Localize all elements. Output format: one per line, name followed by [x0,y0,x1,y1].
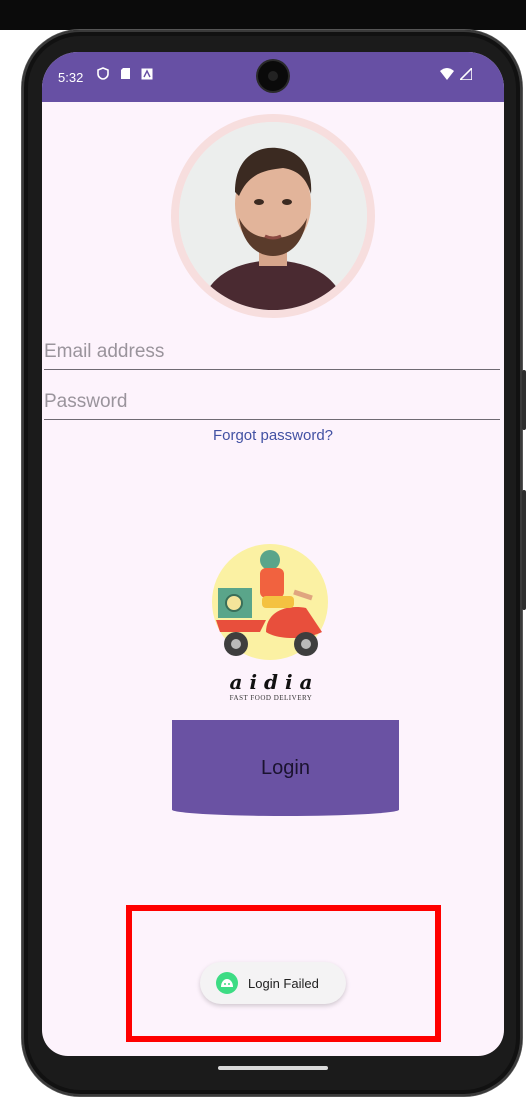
shield-icon [97,67,109,80]
forgot-password-link[interactable]: Forgot password? [42,427,504,444]
window-top-strip [0,0,526,30]
sd-card-icon [119,67,131,80]
avatar[interactable] [171,114,375,318]
password-placeholder: Password [44,391,128,412]
brand-tagline: FAST FOOD DELIVERY [229,694,313,702]
profile-photo [179,122,367,310]
wifi-icon [440,68,455,80]
volume-button [522,370,526,430]
a-box-icon [141,67,153,80]
gesture-bar[interactable] [218,1066,328,1070]
status-bar: 5:32 [42,52,504,102]
brand-name: a i d i a [229,670,313,694]
brand-logo: a i d i a FAST FOOD DELIVERY [206,542,336,702]
highlight-box [126,905,441,1042]
signal-icon [458,66,473,81]
status-icons [97,67,153,80]
status-right-icons [440,66,473,83]
email-field[interactable]: Email address [44,334,500,370]
login-button[interactable]: Login [172,720,399,816]
password-field[interactable]: Password [44,384,500,420]
power-button [522,490,526,610]
email-placeholder: Email address [44,341,165,362]
front-camera [258,61,288,91]
status-time: 5:32 [58,70,84,85]
